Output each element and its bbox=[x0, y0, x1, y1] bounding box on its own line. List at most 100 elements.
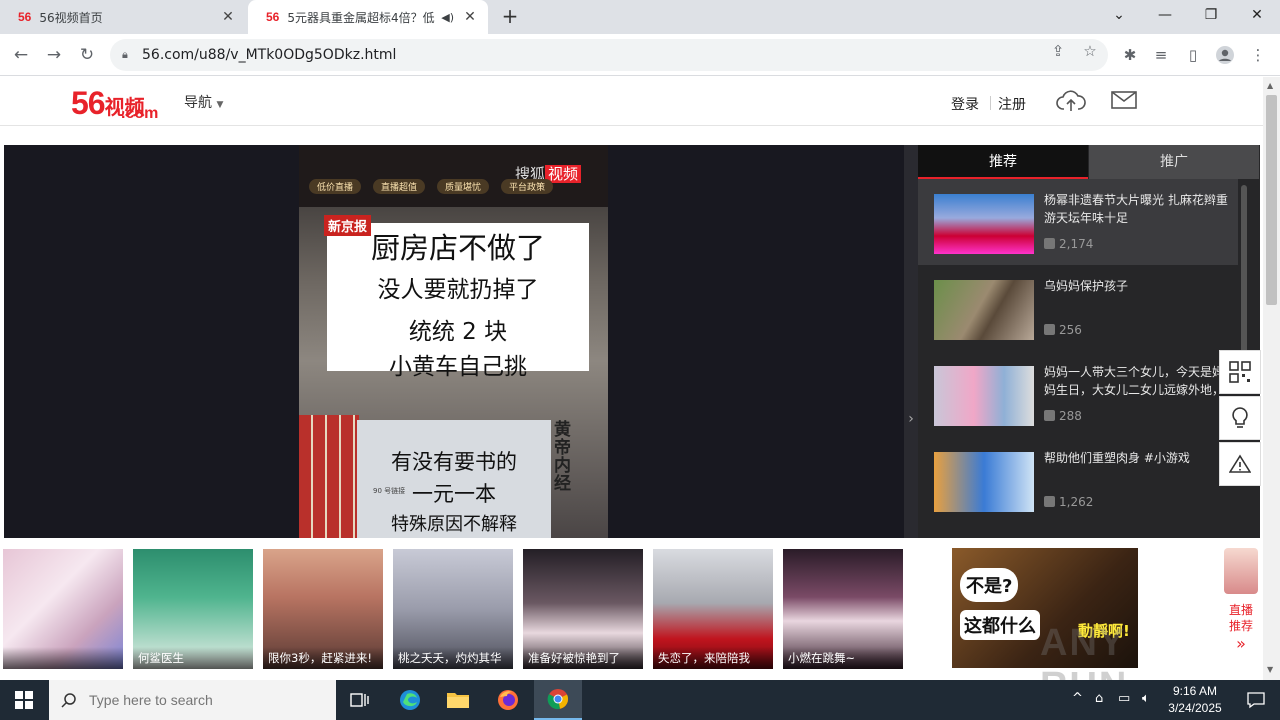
strip-thumbnail[interactable]: 小燃在跳舞~ bbox=[783, 549, 903, 669]
video-thumbnail[interactable] bbox=[934, 366, 1034, 426]
show-hidden-icons-chevron-icon[interactable]: ^ bbox=[1072, 691, 1083, 706]
site-favicon-icon: 56 bbox=[18, 10, 32, 24]
windows-start-icon[interactable] bbox=[0, 680, 48, 720]
windows-taskbar: ^ ⌂ ▭ 🔈︎ 9:16 AM 3/24/2025 bbox=[0, 680, 1280, 720]
restore-button[interactable]: ❐ bbox=[1188, 0, 1234, 30]
clock-time: 9:16 AM bbox=[1172, 684, 1218, 698]
list-item[interactable]: 帮助他们重塑肉身 #小游戏 1,262 bbox=[918, 437, 1238, 523]
avatar bbox=[1224, 548, 1258, 594]
close-tab-icon[interactable]: ✕ bbox=[462, 9, 478, 25]
strip-thumbnail[interactable]: 失恋了，来陪陪我 bbox=[653, 549, 773, 669]
video-tag: 质量堪忧 bbox=[437, 179, 490, 194]
reload-icon[interactable]: ↻ bbox=[74, 42, 100, 68]
video-thumbnail[interactable] bbox=[934, 194, 1034, 254]
thumbnail-caption: 准备好被惊艳到了 bbox=[523, 647, 643, 669]
live-recommend-widget[interactable]: 直播推荐 » bbox=[1220, 540, 1262, 670]
scroll-down-icon[interactable]: ▼ bbox=[1267, 665, 1273, 674]
video-frame[interactable]: 搜狐 视频 低价直播 直播超值 质量堪忧 平台政策 厨房店不做了 没人要就扔掉了 … bbox=[299, 145, 608, 538]
video-player[interactable]: 搜狐 视频 低价直播 直播超值 质量堪忧 平台政策 厨房店不做了 没人要就扔掉了 … bbox=[4, 145, 904, 538]
recommendation-panel: 推荐 推广 杨幂非遗春节大片曝光 扎麻花辫重游天坛年味十足 2,174 乌妈妈保… bbox=[918, 145, 1260, 538]
extensions-icon[interactable]: ✱ bbox=[1120, 45, 1140, 65]
page-scrollbar[interactable]: ▲ ▼ bbox=[1263, 77, 1280, 680]
list-item[interactable]: 乌妈妈保护孩子 256 bbox=[918, 265, 1238, 351]
strip-thumbnail[interactable] bbox=[3, 549, 123, 669]
video-title[interactable]: 杨幂非遗春节大片曝光 扎麻花辫重游天坛年味十足 bbox=[1044, 191, 1232, 227]
notifications-icon[interactable] bbox=[1232, 680, 1280, 720]
qr-code-icon[interactable] bbox=[1219, 350, 1261, 394]
media-control-icon[interactable]: ≡ bbox=[1151, 45, 1171, 65]
browser-tab[interactable]: 56 56视频首页 ✕ bbox=[0, 0, 246, 34]
scroll-up-icon[interactable]: ▲ bbox=[1267, 81, 1273, 90]
search-icon bbox=[61, 693, 76, 708]
mail-icon[interactable] bbox=[1110, 89, 1140, 115]
task-view-icon[interactable] bbox=[336, 680, 384, 720]
strip-thumbnail[interactable]: 限你3秒，赶紧进来! bbox=[263, 549, 383, 669]
close-window-button[interactable]: ✕ bbox=[1234, 0, 1280, 30]
new-tab-button[interactable]: + bbox=[498, 5, 522, 29]
double-chevron-right-icon[interactable]: » bbox=[1220, 634, 1262, 653]
url-input[interactable] bbox=[142, 47, 1022, 63]
file-explorer-icon[interactable] bbox=[434, 680, 482, 720]
video-thumbnail[interactable] bbox=[934, 452, 1034, 512]
video-tag: 低价直播 bbox=[309, 179, 362, 194]
volume-icon[interactable]: 🔈︎ bbox=[1142, 691, 1150, 706]
login-link[interactable]: 登录 bbox=[951, 94, 979, 114]
site-header: 56 视频 .com 导航 ▼ 登录 注册 bbox=[0, 77, 1263, 126]
chrome-icon[interactable] bbox=[534, 680, 582, 720]
upload-cloud-icon[interactable] bbox=[1056, 89, 1086, 115]
thumbnail-caption: 限你3秒，赶紧进来! bbox=[263, 647, 383, 669]
ad-text: 不是? bbox=[960, 568, 1019, 602]
play-count: 1,262 bbox=[1044, 495, 1093, 509]
site-logo[interactable]: 56 视频 .com bbox=[71, 85, 158, 122]
firefox-icon[interactable] bbox=[484, 680, 532, 720]
play-count: 256 bbox=[1044, 323, 1082, 337]
network-icon[interactable]: ⌂ bbox=[1095, 691, 1103, 706]
tab-promote[interactable]: 推广 bbox=[1089, 145, 1259, 179]
menu-kebab-icon[interactable]: ⋮ bbox=[1248, 45, 1268, 65]
video-title[interactable]: 帮助他们重塑肉身 #小游戏 bbox=[1044, 449, 1232, 467]
taskbar-clock[interactable]: 9:16 AM 3/24/2025 bbox=[1158, 683, 1232, 717]
register-link[interactable]: 注册 bbox=[998, 94, 1026, 114]
side-panel-icon[interactable]: ▯ bbox=[1183, 45, 1203, 65]
audio-playing-icon[interactable]: ◀) bbox=[441, 11, 454, 24]
list-item[interactable]: 妈妈一人带大三个女儿，今天是妈妈生日，大女儿二女儿远嫁外地， 288 bbox=[918, 351, 1238, 437]
taskbar-search[interactable] bbox=[49, 680, 336, 720]
clock-date: 3/24/2025 bbox=[1168, 701, 1222, 715]
thumbnail-caption: 失恋了，来陪陪我 bbox=[653, 647, 773, 669]
video-tag: 直播超值 bbox=[373, 179, 426, 194]
tab-recommend[interactable]: 推荐 bbox=[918, 145, 1088, 179]
scrollbar-thumb[interactable] bbox=[1266, 95, 1277, 305]
play-icon bbox=[1044, 324, 1055, 335]
lightbulb-icon[interactable] bbox=[1219, 396, 1261, 440]
strip-thumbnail[interactable]: 桃之夭夭，灼灼其华 bbox=[393, 549, 513, 669]
bookmark-star-icon[interactable]: ☆ bbox=[1081, 42, 1099, 60]
close-tab-icon[interactable]: ✕ bbox=[220, 9, 236, 25]
strip-thumbnail[interactable]: 准备好被惊艳到了 bbox=[523, 549, 643, 669]
panel-scrollbar[interactable] bbox=[1241, 185, 1247, 355]
profile-avatar-icon[interactable] bbox=[1215, 45, 1235, 65]
strip-thumbnail[interactable]: 何鲨医生 bbox=[133, 549, 253, 669]
list-item[interactable]: 杨幂非遗春节大片曝光 扎麻花辫重游天坛年味十足 2,174 bbox=[918, 179, 1238, 265]
play-icon bbox=[1044, 496, 1055, 507]
edge-browser-icon[interactable] bbox=[386, 680, 434, 720]
back-icon[interactable]: ← bbox=[8, 42, 34, 68]
search-input[interactable] bbox=[89, 692, 319, 708]
video-caption-card: 厨房店不做了 没人要就扔掉了 统统 2 块 小黄车自己挑 bbox=[327, 223, 589, 380]
address-bar[interactable]: 🔒︎ bbox=[110, 39, 1108, 71]
forward-icon[interactable]: → bbox=[41, 42, 67, 68]
tab-title: 56视频首页 bbox=[39, 10, 103, 25]
video-title[interactable]: 乌妈妈保护孩子 bbox=[1044, 277, 1232, 295]
browser-tab-active[interactable]: 56 5元器具重金属超标4倍？低 ◀) ✕ bbox=[248, 0, 488, 34]
report-warning-icon[interactable] bbox=[1219, 442, 1261, 486]
video-thumbnail[interactable] bbox=[934, 280, 1034, 340]
nav-dropdown[interactable]: 导航 ▼ bbox=[184, 92, 223, 112]
tab-search-icon[interactable]: ⌄ bbox=[1096, 0, 1142, 30]
minimize-button[interactable]: — bbox=[1142, 0, 1188, 30]
video-title[interactable]: 妈妈一人带大三个女儿，今天是妈妈生日，大女儿二女儿远嫁外地， bbox=[1044, 363, 1232, 399]
collapse-panel-chevron-icon[interactable]: › bbox=[904, 145, 918, 538]
nav-label: 导航 bbox=[184, 95, 212, 111]
display-icon[interactable]: ▭ bbox=[1118, 691, 1130, 706]
browser-tab-bar: 56 56视频首页 ✕ 56 5元器具重金属超标4倍？低 ◀) ✕ + ⌄ — … bbox=[0, 0, 1280, 34]
recommend-list: 杨幂非遗春节大片曝光 扎麻花辫重游天坛年味十足 2,174 乌妈妈保护孩子 25… bbox=[918, 179, 1238, 523]
share-icon[interactable]: ⇪ bbox=[1049, 42, 1067, 60]
